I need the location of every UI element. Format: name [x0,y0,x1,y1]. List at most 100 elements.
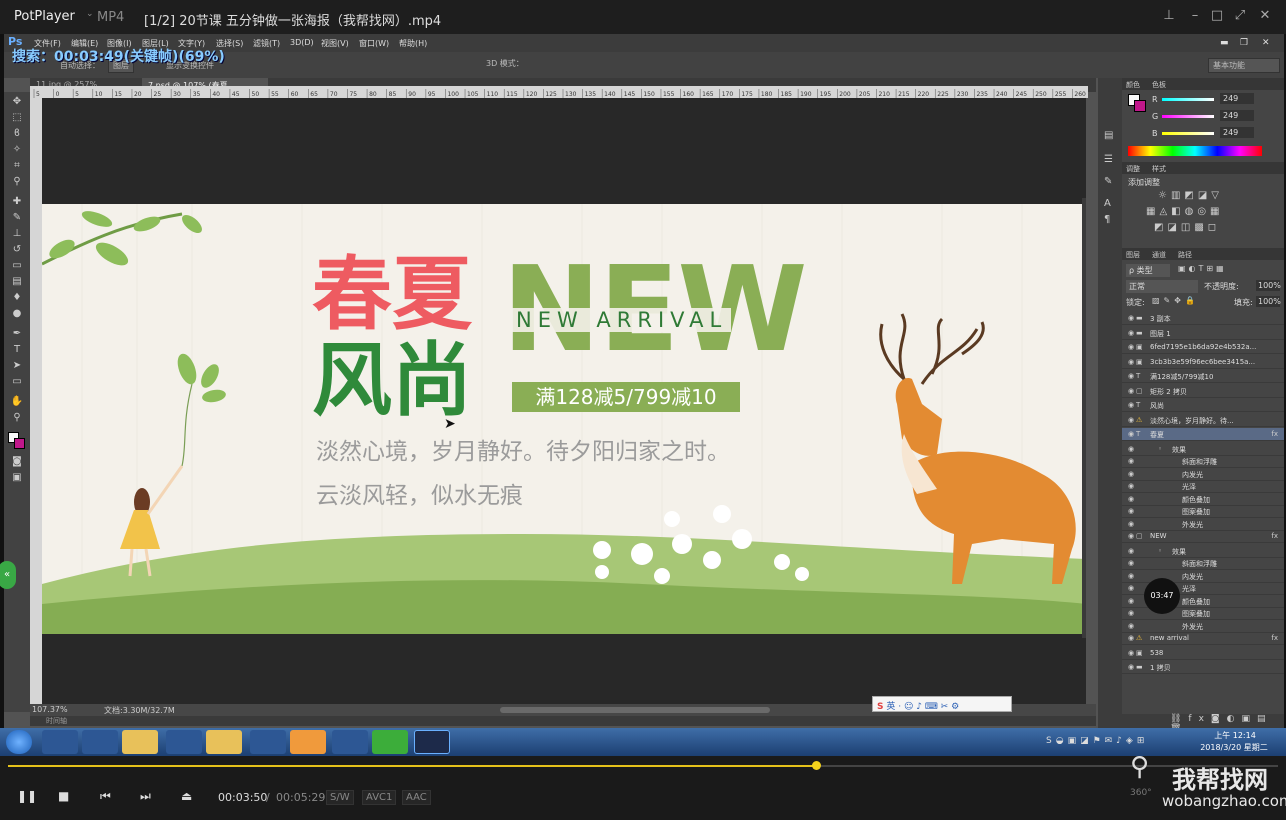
zoom-level[interactable]: 107.37% [32,705,68,714]
layer-row[interactable]: ◉ 内发光 [1122,570,1284,583]
marquee-tool-icon[interactable]: ⬚ [10,112,24,124]
paragraph-panel-icon[interactable]: ¶ [1104,214,1110,225]
history-panel-icon[interactable]: ▤ [1104,130,1113,141]
taskbar-app2-icon[interactable] [372,730,408,754]
layer-row[interactable]: ◉ ▬ 1 拷贝 [1122,661,1284,674]
taskbar-baidu-icon[interactable] [332,730,368,754]
brush-tool-icon[interactable]: ✎ [10,212,24,224]
canvas-area[interactable]: 春夏 风尚 NEW NEW ARRIVAL 满128减5/799减10 淡然心境… [42,98,1086,704]
history-brush-icon[interactable]: ↺ [10,244,24,256]
menu-view[interactable]: 视图(V) [321,38,349,49]
minimize-icon[interactable]: – [1186,8,1204,23]
layer-row[interactable]: ◉ ▢ NEW fx [1122,530,1284,543]
layer-row[interactable]: ◉ 斜面和浮雕 [1122,557,1284,570]
opacity-value[interactable]: 100% [1256,280,1281,291]
layer-row[interactable]: ◉ 外发光 [1122,518,1284,531]
layer-row[interactable]: ◉ ▢ 矩形 2 拷贝 [1122,385,1284,398]
gradient-tool-icon[interactable]: ▤ [10,276,24,288]
fx-badge[interactable]: fx [1271,532,1278,540]
taskbar-ie-icon[interactable] [82,730,118,754]
hand-tool-icon[interactable]: ✋ [10,396,24,408]
blur-tool-icon[interactable]: ♦ [10,292,24,304]
tray-clock-date[interactable]: 2018/3/20 星期二 [1194,742,1274,753]
fx-badge[interactable]: fx [1271,634,1278,642]
visibility-eye-icon[interactable]: ◉ [1128,572,1134,580]
start-button[interactable] [6,730,32,754]
fill-value[interactable]: 100% [1256,296,1281,307]
menu-help[interactable]: 帮助(H) [399,38,427,49]
layer-row[interactable]: ◉ T 满128减5/799减10 [1122,370,1284,383]
taskbar-explorer-icon[interactable] [122,730,158,754]
visibility-eye-icon[interactable]: ◉ [1128,622,1134,630]
layer-filter-icons[interactable]: ▣◐T⊞▦ [1178,264,1227,273]
tab-styles[interactable]: 样式 [1152,164,1166,174]
side-float-button[interactable]: « [0,561,16,589]
lasso-tool-icon[interactable]: ϐ [10,128,24,140]
visibility-eye-icon[interactable]: ◉ [1128,430,1134,438]
layer-row[interactable]: ◉ ▣ 6fed7195e1b6da92e4b532a... [1122,341,1284,354]
layer-footer-icons[interactable]: ⛓fx◙◐▣▤🗑 [1122,714,1284,734]
taskbar-browser-icon[interactable] [166,730,202,754]
video-codec-tag[interactable]: AVC1 [362,790,397,805]
app-name[interactable]: PotPlayer [14,9,75,24]
poster-artwork[interactable]: 春夏 风尚 NEW NEW ARRIVAL 满128减5/799减10 淡然心境… [42,204,1086,634]
visibility-eye-icon[interactable]: ◉ [1128,387,1134,395]
visibility-eye-icon[interactable]: ◉ [1128,507,1134,515]
blend-mode-select[interactable]: 正常 [1126,280,1198,293]
fx-badge[interactable]: fx [1271,430,1278,438]
pen-tool-icon[interactable]: ✒ [10,328,24,340]
close-icon[interactable]: ✕ [1256,8,1274,23]
layer-row[interactable]: ◉ T 风尚 [1122,399,1284,412]
stop-icon[interactable]: ■ [58,789,69,803]
visibility-eye-icon[interactable]: ◉ [1128,358,1134,366]
layer-row[interactable]: ◉ T 春夏 fx [1122,428,1284,441]
layer-row[interactable]: ◉ 外发光 [1122,620,1284,633]
layer-row[interactable]: ◉ ⚠ new arrival fx [1122,632,1284,645]
visibility-eye-icon[interactable]: ◉ [1128,445,1134,453]
tab-adjustments[interactable]: 调整 [1126,164,1140,174]
properties-panel-icon[interactable]: ☰ [1104,154,1113,165]
layer-row[interactable]: ◉ ▬ 3 副本 [1122,312,1284,325]
type-tool-icon[interactable]: T [10,344,24,356]
magic-wand-icon[interactable]: ✧ [10,144,24,156]
visibility-eye-icon[interactable]: ◉ [1128,482,1134,490]
zoom-tool-icon[interactable]: ⚲ [10,412,24,424]
g-slider[interactable] [1162,115,1214,118]
visibility-eye-icon[interactable]: ◉ [1128,495,1134,503]
adjustment-icons-row1[interactable]: ☼▥◩◪▽ [1158,190,1223,201]
visibility-eye-icon[interactable]: ◉ [1128,559,1134,567]
pause-icon[interactable]: ❚❚ [17,789,37,803]
screen-mode-icon[interactable]: ▣ [10,472,24,484]
taskbar-photoshop-icon[interactable] [414,730,450,754]
g-value[interactable]: 249 [1220,110,1254,121]
r-value[interactable]: 249 [1220,93,1254,104]
visibility-eye-icon[interactable]: ◉ [1128,584,1134,592]
horizontal-scrollbar[interactable] [500,707,770,713]
character-panel-icon[interactable]: A [1104,198,1111,209]
adjustment-icons-row2[interactable]: ▦◬◧◍◎▦ [1146,206,1224,217]
fullscreen-icon[interactable]: ⤢ [1231,8,1249,23]
visibility-eye-icon[interactable]: ◉ [1128,547,1134,555]
dodge-tool-icon[interactable]: ● [10,308,24,320]
healing-brush-icon[interactable]: ✚ [10,196,24,208]
ps-minimize-icon[interactable]: ▬ [1220,38,1229,48]
visibility-eye-icon[interactable]: ◉ [1128,329,1134,337]
visibility-eye-icon[interactable]: ◉ [1128,416,1134,424]
taskbar-app-360-icon[interactable] [42,730,78,754]
previous-icon[interactable]: ⏮ [100,789,111,804]
ps-restore-icon[interactable]: ❐ [1240,38,1248,48]
crop-tool-icon[interactable]: ⌗ [10,160,24,172]
eject-icon[interactable]: ⏏ [181,789,192,803]
visibility-eye-icon[interactable]: ◉ [1128,597,1134,605]
visibility-eye-icon[interactable]: ◉ [1128,634,1134,642]
stamp-tool-icon[interactable]: ⊥ [10,228,24,240]
tab-paths[interactable]: 路径 [1178,250,1192,260]
visibility-eye-icon[interactable]: ◉ [1128,663,1134,671]
taskbar-app-icon[interactable] [250,730,286,754]
layer-kind-filter[interactable]: ρ 类型 [1126,264,1170,277]
shape-tool-icon[interactable]: ▭ [10,376,24,388]
maximize-icon[interactable]: □ [1208,8,1226,23]
layer-row[interactable]: ◉ ◦ 效果 [1122,545,1284,558]
layer-row[interactable]: ◉ ▣ 3cb3b3e59f96ec6bee3415a... [1122,356,1284,369]
ime-mode[interactable]: 英 [886,702,895,712]
